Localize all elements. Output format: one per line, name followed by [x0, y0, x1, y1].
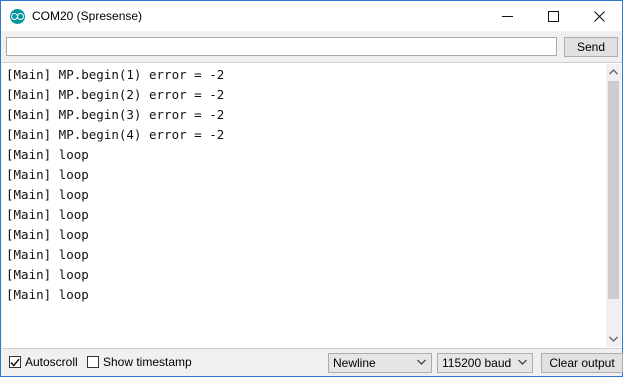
- serial-monitor-window: COM20 (Spresense) Send [Main] MP.begin(1…: [0, 0, 623, 377]
- chevron-down-icon: [417, 359, 426, 365]
- send-button[interactable]: Send: [564, 37, 618, 57]
- log-line: [Main] loop: [6, 167, 89, 182]
- chevron-up-icon: [609, 69, 618, 75]
- window-title: COM20 (Spresense): [32, 9, 143, 23]
- scroll-thumb[interactable]: [608, 81, 619, 299]
- autoscroll-toggle[interactable]: Autoscroll: [9, 355, 78, 369]
- line-ending-select[interactable]: Newline: [328, 353, 432, 373]
- close-button[interactable]: [576, 1, 622, 31]
- checkmark-icon: [10, 358, 20, 367]
- log-line: [Main] loop: [6, 247, 89, 262]
- log-line: [Main] MP.begin(1) error = -2: [6, 67, 225, 82]
- scroll-down-button[interactable]: [606, 331, 621, 347]
- log-line: [Main] loop: [6, 287, 89, 302]
- timestamp-label: Show timestamp: [103, 355, 192, 369]
- autoscroll-label: Autoscroll: [25, 355, 78, 369]
- clear-output-button[interactable]: Clear output: [541, 353, 623, 373]
- log-line: [Main] loop: [6, 147, 89, 162]
- output-log: [Main] MP.begin(1) error = -2 [Main] MP.b…: [6, 65, 601, 305]
- vertical-scrollbar[interactable]: [606, 64, 621, 347]
- log-line: [Main] loop: [6, 207, 89, 222]
- log-line: [Main] MP.begin(4) error = -2: [6, 127, 225, 142]
- baud-rate-select[interactable]: 115200 baud: [437, 353, 533, 373]
- serial-input[interactable]: [6, 37, 557, 56]
- line-ending-value: Newline: [333, 356, 376, 370]
- log-line: [Main] loop: [6, 227, 89, 242]
- chevron-down-icon: [518, 359, 527, 365]
- close-icon: [593, 10, 605, 22]
- autoscroll-checkbox[interactable]: [9, 356, 21, 368]
- log-line: [Main] loop: [6, 267, 89, 282]
- send-row: Send: [1, 32, 622, 62]
- log-line: [Main] MP.begin(2) error = -2: [6, 87, 225, 102]
- log-line: [Main] loop: [6, 187, 89, 202]
- title-bar[interactable]: COM20 (Spresense): [1, 1, 622, 31]
- baud-rate-value: 115200 baud: [442, 356, 512, 370]
- maximize-icon: [547, 10, 559, 22]
- chevron-down-icon: [609, 336, 618, 342]
- timestamp-checkbox[interactable]: [87, 356, 99, 368]
- log-line: [Main] MP.begin(3) error = -2: [6, 107, 225, 122]
- arduino-icon: [10, 9, 25, 24]
- timestamp-toggle[interactable]: Show timestamp: [87, 355, 192, 369]
- minimize-button[interactable]: [484, 1, 530, 31]
- scroll-up-button[interactable]: [606, 64, 621, 80]
- maximize-button[interactable]: [530, 1, 576, 31]
- minimize-icon: [501, 15, 513, 17]
- status-bar: Autoscroll Show timestamp Newline 115200…: [1, 348, 623, 376]
- serial-output[interactable]: [Main] MP.begin(1) error = -2 [Main] MP.b…: [2, 62, 622, 349]
